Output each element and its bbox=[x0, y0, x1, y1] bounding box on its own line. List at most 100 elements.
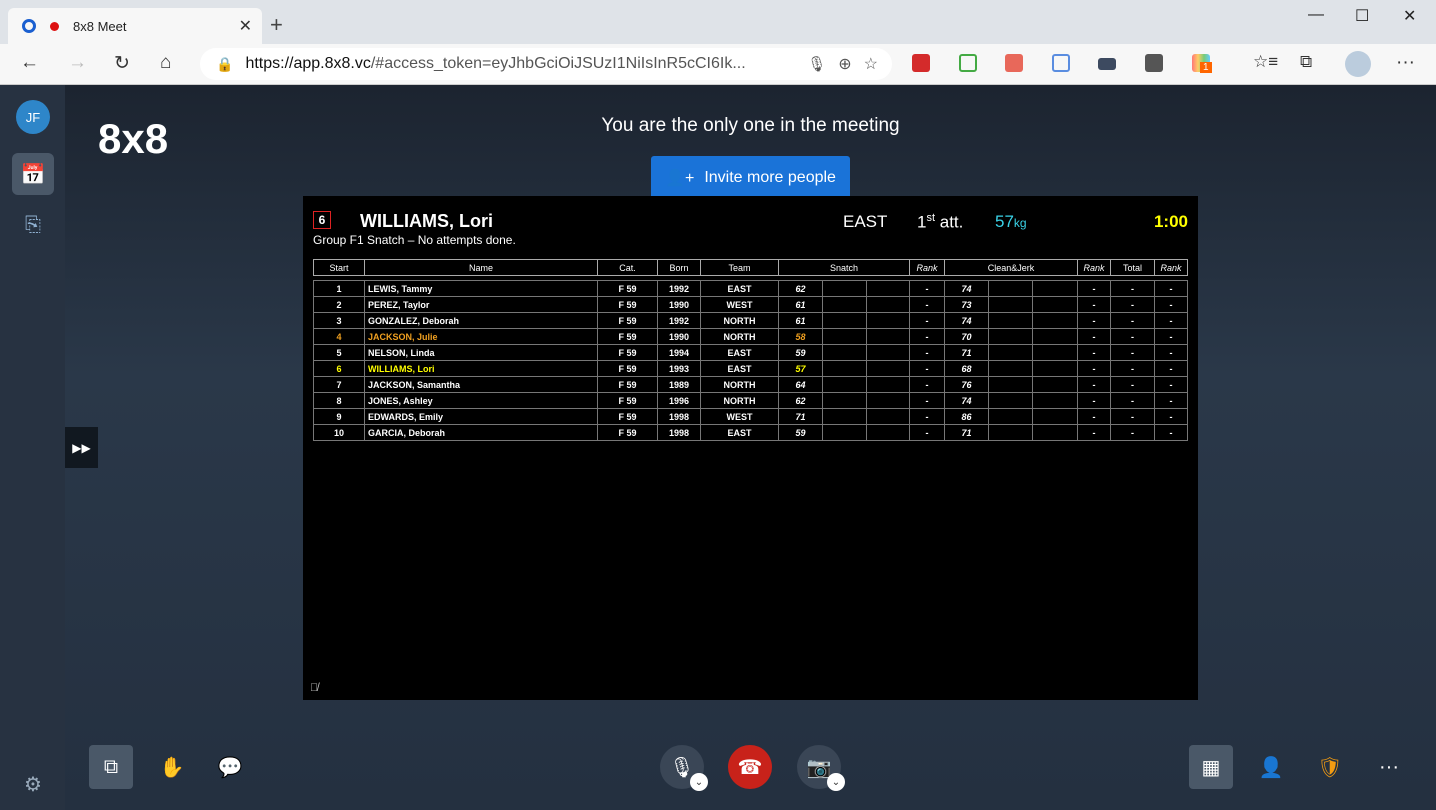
favorite-star-icon[interactable]: ☆ bbox=[864, 54, 878, 74]
cell-start: 10 bbox=[313, 424, 365, 441]
8x8-favicon-icon bbox=[22, 19, 36, 33]
current-start-number: 6 bbox=[313, 211, 331, 229]
refresh-button[interactable]: ↻ bbox=[114, 52, 130, 75]
calendar-icon[interactable]: 📅 bbox=[12, 153, 54, 195]
cell-born: 1998 bbox=[657, 424, 701, 441]
cell-rank: - bbox=[1154, 296, 1189, 313]
cell-cjrank: - bbox=[1077, 328, 1112, 345]
home-button[interactable]: ⌂ bbox=[160, 52, 171, 74]
hang-up-button[interactable]: ☎ bbox=[728, 745, 772, 789]
athlete-row: 9 EDWARDS, Emily F 59 1998 WEST 71-86- - - bbox=[313, 408, 1189, 425]
cell-team: WEST bbox=[700, 408, 779, 425]
bulb-extension-icon[interactable] bbox=[1145, 54, 1163, 72]
address-bar[interactable]: 🔒 https://app.8x8.vc/#access_token=eyJhb… bbox=[200, 48, 892, 80]
tile-view-button[interactable]: ▦ bbox=[1189, 745, 1233, 789]
cell-attempt bbox=[822, 344, 867, 361]
cell-rank: - bbox=[1154, 392, 1189, 409]
camera-extension-icon[interactable] bbox=[1098, 58, 1116, 70]
cell-team: EAST bbox=[700, 424, 779, 441]
muted-mic-icon: 🎙̸ bbox=[310, 682, 319, 694]
cell-attempt bbox=[865, 408, 911, 425]
cell-cjrank: - bbox=[1077, 424, 1112, 441]
colors-extension-icon[interactable]: 1 bbox=[1192, 54, 1212, 73]
cell-attempt bbox=[1032, 296, 1079, 313]
close-tab-icon[interactable]: ✕ bbox=[239, 16, 252, 36]
minimize-button[interactable]: — bbox=[1308, 6, 1324, 24]
cell-rank: - bbox=[1154, 312, 1189, 329]
cell-attempt bbox=[822, 376, 867, 393]
cell-attempt bbox=[865, 392, 911, 409]
cell-snatch: 57 bbox=[778, 360, 823, 377]
pocket-extension-icon[interactable] bbox=[1005, 54, 1023, 72]
cell-attempt bbox=[822, 280, 867, 297]
invite-more-people-button[interactable]: 👤+ Invite more people bbox=[651, 156, 850, 199]
raise-hand-button[interactable]: ✋ bbox=[150, 745, 194, 789]
athlete-row: 10 GARCIA, Deborah F 59 1998 EAST 59-71- - - bbox=[313, 424, 1189, 441]
cell-attempt bbox=[822, 408, 867, 425]
new-tab-button[interactable]: + bbox=[270, 12, 283, 38]
cell-attempt bbox=[988, 360, 1034, 377]
add-icon[interactable]: ⊕ bbox=[838, 54, 851, 74]
cell-cj: 74 bbox=[944, 280, 990, 297]
mute-microphone-button[interactable]: 🎙 ⌄ bbox=[660, 745, 708, 791]
back-button[interactable]: ← bbox=[20, 52, 39, 74]
settings-gear-icon[interactable]: ⚙ bbox=[12, 763, 54, 805]
more-menu-icon[interactable]: ··· bbox=[1396, 52, 1415, 74]
cell-start: 1 bbox=[313, 280, 365, 297]
forward-button[interactable]: → bbox=[68, 52, 87, 74]
cell-snatch: 61 bbox=[778, 312, 823, 329]
athlete-row: 7 JACKSON, Samantha F 59 1989 NORTH 64-76- - - bbox=[313, 376, 1189, 393]
cell-total: - bbox=[1110, 344, 1156, 361]
lastpass-extension-icon[interactable] bbox=[912, 54, 930, 72]
lock-icon: 🔒 bbox=[216, 55, 234, 72]
cell-attempt bbox=[988, 424, 1034, 441]
cell-snatch: 64 bbox=[778, 376, 823, 393]
cell-name: JACKSON, Julie bbox=[364, 328, 598, 345]
left-sidebar: JF 📅 ⎘ ⚙ bbox=[0, 85, 65, 810]
screenshot-extension-icon[interactable] bbox=[959, 54, 977, 72]
cell-attempt bbox=[822, 424, 867, 441]
chevron-down-icon[interactable]: ⌄ bbox=[690, 773, 708, 791]
attempt-clock: 1:00 bbox=[1153, 212, 1188, 231]
cell-attempt bbox=[865, 424, 911, 441]
cell-team: EAST bbox=[700, 344, 779, 361]
add-participant-button[interactable]: 👤 bbox=[1249, 745, 1293, 789]
cell-attempt bbox=[1032, 280, 1079, 297]
window-extension-icon[interactable] bbox=[1052, 54, 1070, 72]
microphone-icon[interactable]: 🎙 bbox=[807, 55, 826, 73]
results-table: Start Name Cat. Born Team Snatch Rank Cl… bbox=[313, 259, 1189, 441]
chat-button[interactable]: 💬 bbox=[208, 745, 252, 789]
cell-team: WEST bbox=[700, 296, 779, 313]
camera-off-button[interactable]: 📷 ⌄ bbox=[797, 745, 845, 791]
favorites-icon[interactable]: ☆≡ bbox=[1253, 52, 1278, 72]
cell-attempt bbox=[865, 344, 911, 361]
cell-attempt bbox=[988, 328, 1034, 345]
cell-total: - bbox=[1110, 408, 1156, 425]
athlete-row: 1 LEWIS, Tammy F 59 1992 EAST 62-74- - - bbox=[313, 280, 1189, 297]
browser-tab[interactable]: 8x8 Meet ✕ bbox=[8, 8, 262, 44]
cell-attempt bbox=[865, 280, 911, 297]
current-weight: 57kg bbox=[995, 212, 1027, 231]
cell-cjrank: - bbox=[1077, 280, 1112, 297]
chevron-down-icon[interactable]: ⌄ bbox=[827, 773, 845, 791]
cast-icon[interactable]: ⎘ bbox=[12, 204, 54, 246]
cell-attempt bbox=[988, 408, 1034, 425]
expand-filmstrip-button[interactable]: ▶▶ bbox=[65, 427, 98, 468]
profile-avatar[interactable] bbox=[1345, 51, 1371, 77]
maximize-button[interactable]: ☐ bbox=[1355, 6, 1369, 26]
invite-label: Invite more people bbox=[704, 168, 836, 186]
cell-srank: - bbox=[909, 424, 946, 441]
cell-total: - bbox=[1110, 312, 1156, 329]
close-window-button[interactable]: ✕ bbox=[1403, 6, 1416, 26]
share-screen-button[interactable]: ⧉ bbox=[89, 745, 133, 789]
more-options-button[interactable]: ··· bbox=[1367, 745, 1411, 789]
cell-attempt bbox=[988, 296, 1034, 313]
cell-start: 7 bbox=[313, 376, 365, 393]
cell-srank: - bbox=[909, 408, 946, 425]
cell-rank: - bbox=[1154, 424, 1189, 441]
cell-cj: 71 bbox=[944, 344, 990, 361]
security-shield-icon[interactable]: 🛡 bbox=[1308, 745, 1352, 789]
cell-start: 6 bbox=[313, 360, 365, 377]
cell-snatch: 61 bbox=[778, 296, 823, 313]
collections-icon[interactable]: ⧉ bbox=[1300, 52, 1312, 72]
